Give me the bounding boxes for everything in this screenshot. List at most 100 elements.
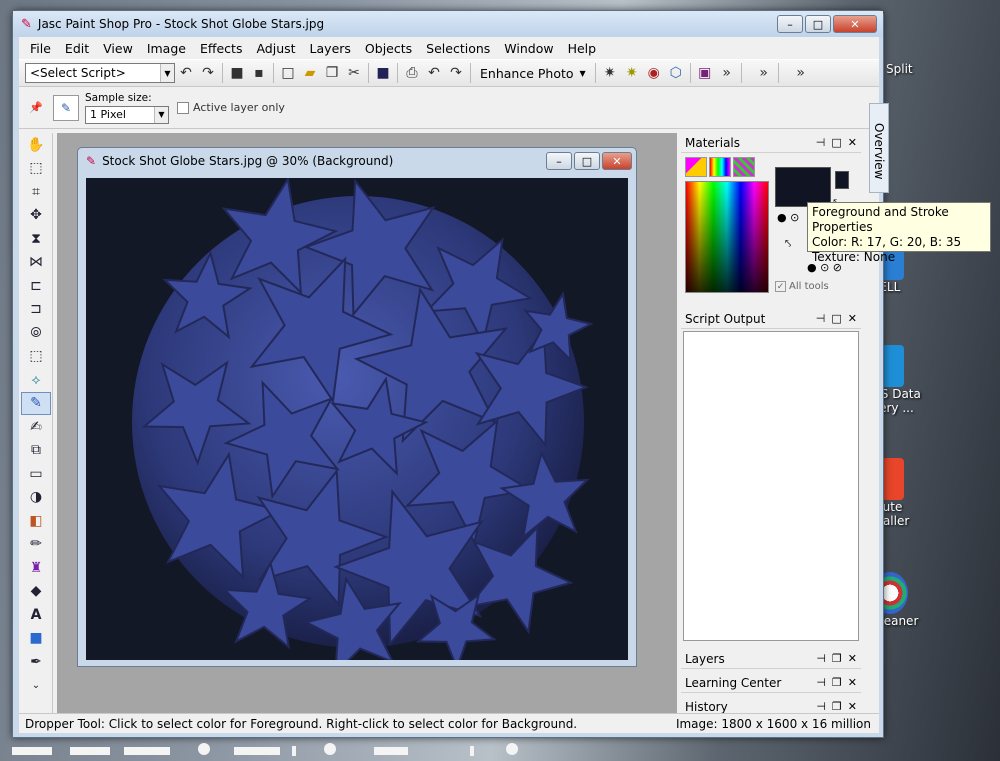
foreground-color-swatch[interactable]	[775, 167, 831, 207]
color-balance-icon[interactable]: ✷	[621, 62, 643, 84]
active-layer-checkbox[interactable]: Active layer only	[177, 101, 285, 114]
selection-tool-icon[interactable]: ⬚	[21, 345, 51, 369]
learning-center-header[interactable]: Learning Center ⊣ ❐ ✕	[681, 673, 861, 693]
dropper-preset-icon[interactable]: ✎	[53, 94, 79, 121]
menu-adjust[interactable]: Adjust	[249, 41, 302, 56]
straighten-tool-icon[interactable]: ⧗	[21, 227, 51, 251]
pin-icon[interactable]: ⊣	[816, 312, 826, 325]
doc-maximize-button[interactable]: □	[574, 152, 600, 170]
select-script-combo[interactable]: <Select Script> ▼	[25, 63, 175, 83]
toolbar-overflow-1[interactable]: »	[716, 62, 738, 84]
menu-edit[interactable]: Edit	[58, 41, 96, 56]
red-eye-icon[interactable]: ◉	[643, 62, 665, 84]
scratch-remover-icon[interactable]: ▭	[21, 462, 51, 486]
menu-image[interactable]: Image	[140, 41, 193, 56]
air-brush-icon[interactable]: ♜	[21, 556, 51, 580]
title-bar[interactable]: ✎ Jasc Paint Shop Pro - Stock Shot Globe…	[13, 11, 883, 37]
menu-selections[interactable]: Selections	[419, 41, 497, 56]
undo-script-icon[interactable]: ↶	[175, 62, 197, 84]
dodge-tool-icon[interactable]: ◑	[21, 486, 51, 510]
zoom-tool-icon[interactable]: ⬚	[21, 157, 51, 181]
redo-icon[interactable]: ↷	[445, 62, 467, 84]
one-step-fix-icon[interactable]: ✷	[599, 62, 621, 84]
all-tools-checkbox[interactable]: ✓ All tools	[775, 281, 829, 292]
redo-script-icon[interactable]: ↷	[197, 62, 219, 84]
rainbow-tab-icon[interactable]	[709, 157, 731, 177]
sharpen-icon[interactable]: ⬡	[665, 62, 687, 84]
overview-tab[interactable]: Overview	[869, 103, 889, 193]
swatches-tab-icon[interactable]	[685, 157, 707, 177]
restore-icon[interactable]: ❐	[832, 652, 842, 665]
color-spectrum[interactable]	[685, 181, 769, 293]
lasso-icon[interactable]: ⦾	[21, 321, 51, 345]
browse-icon[interactable]: ❐	[321, 62, 343, 84]
flood-fill-icon[interactable]: ◆	[21, 580, 51, 604]
portrait-icon[interactable]: ▣	[694, 62, 716, 84]
menu-effects[interactable]: Effects	[193, 41, 250, 56]
clone-brush-icon[interactable]: ⧉	[21, 439, 51, 463]
save-script-icon[interactable]: ■	[226, 62, 248, 84]
fg-style-icon[interactable]: ● ⊙	[777, 211, 799, 224]
toolbar-overflow-3[interactable]: »	[790, 62, 812, 84]
toolbox-scroll-icon[interactable]: ⌄	[21, 674, 51, 698]
menu-file[interactable]: File	[23, 41, 58, 56]
background-color-swatch[interactable]	[835, 171, 849, 189]
menu-help[interactable]: Help	[561, 41, 604, 56]
print-icon[interactable]: ⎙	[401, 62, 423, 84]
enhance-photo-button[interactable]: Enhance Photo ▼	[474, 66, 592, 81]
pen-tool-icon[interactable]: ✒	[21, 650, 51, 674]
swap-materials-icon[interactable]: ⤣	[785, 237, 791, 251]
materials-panel-header[interactable]: Materials ⊣ □ ✕	[681, 133, 861, 153]
close-icon[interactable]: ✕	[848, 676, 857, 689]
freehand-select-icon[interactable]: ⟡	[21, 368, 51, 392]
pan-tool-icon[interactable]: ✋	[21, 133, 51, 157]
preset-shape-icon[interactable]: ■	[21, 627, 51, 651]
sample-size-combo[interactable]: 1 Pixel ▼	[85, 105, 169, 124]
restore-icon[interactable]: □	[831, 136, 841, 149]
text-tool-icon[interactable]: A	[21, 603, 51, 627]
close-icon[interactable]: ✕	[848, 700, 857, 713]
script-output-header[interactable]: Script Output ⊣ □ ✕	[681, 309, 861, 329]
eraser-icon[interactable]: ✏	[21, 533, 51, 557]
crop-tool-icon[interactable]: ⌗	[21, 180, 51, 204]
menu-view[interactable]: View	[96, 41, 140, 56]
script-output-area[interactable]	[683, 331, 859, 641]
restore-icon[interactable]: □	[831, 312, 841, 325]
close-icon[interactable]: ✕	[848, 136, 857, 149]
mesh-warp-icon[interactable]: ⊐	[21, 298, 51, 322]
menu-objects[interactable]: Objects	[358, 41, 419, 56]
perspective-tool-icon[interactable]: ⋈	[21, 251, 51, 275]
run-script-icon[interactable]: ▪	[248, 62, 270, 84]
color-replacer-icon[interactable]: ◧	[21, 509, 51, 533]
move-tool-icon[interactable]: ✥	[21, 204, 51, 228]
close-button[interactable]: ✕	[833, 15, 877, 33]
minimize-button[interactable]: –	[777, 15, 803, 33]
close-icon[interactable]: ✕	[848, 652, 857, 665]
restore-icon[interactable]: ❐	[832, 676, 842, 689]
palette-tab-icon[interactable]	[733, 157, 755, 177]
pin-icon[interactable]: ⊣	[816, 136, 826, 149]
paint-brush-icon[interactable]: ✍	[21, 415, 51, 439]
scan-icon[interactable]: ✂	[343, 62, 365, 84]
pin-icon[interactable]: ⊣	[816, 652, 826, 665]
menu-window[interactable]: Window	[497, 41, 560, 56]
open-folder-icon[interactable]: ▰	[299, 62, 321, 84]
maximize-button[interactable]: □	[805, 15, 831, 33]
restore-icon[interactable]: ❐	[832, 700, 842, 713]
doc-close-button[interactable]: ✕	[602, 152, 632, 170]
new-file-icon[interactable]: □	[277, 62, 299, 84]
pin-icon[interactable]: 📌	[25, 97, 47, 119]
pin-icon[interactable]: ⊣	[816, 676, 826, 689]
dropper-tool-icon[interactable]: ✎	[21, 391, 51, 415]
save-icon[interactable]: ■	[372, 62, 394, 84]
deform-tool-icon[interactable]: ⊏	[21, 274, 51, 298]
image-canvas[interactable]	[86, 178, 628, 660]
close-icon[interactable]: ✕	[848, 312, 857, 325]
pin-icon[interactable]: ⊣	[816, 700, 826, 713]
document-title-bar[interactable]: ✎ Stock Shot Globe Stars.jpg @ 30% (Back…	[78, 148, 636, 174]
toolbar-overflow-2[interactable]: »	[753, 62, 775, 84]
layers-panel-header[interactable]: Layers ⊣ ❐ ✕	[681, 649, 861, 669]
menu-layers[interactable]: Layers	[303, 41, 358, 56]
doc-minimize-button[interactable]: –	[546, 152, 572, 170]
undo-icon[interactable]: ↶	[423, 62, 445, 84]
